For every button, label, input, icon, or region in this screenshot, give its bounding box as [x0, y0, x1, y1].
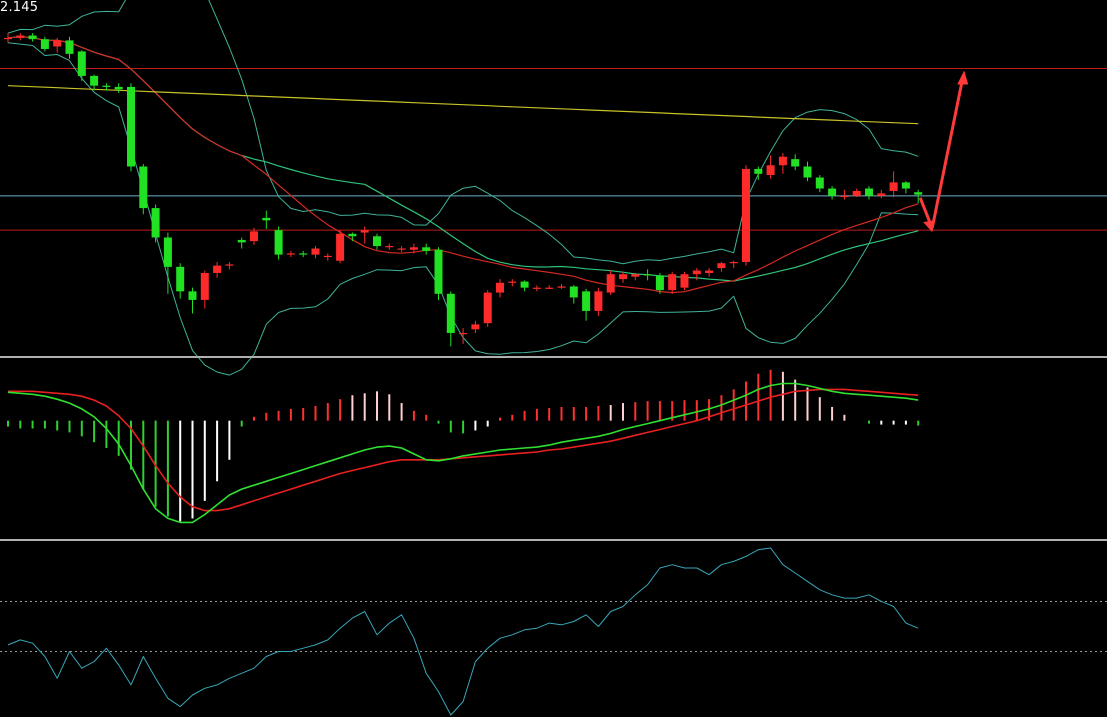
candle-body [545, 287, 554, 289]
candle-body [582, 291, 591, 311]
candle-body [594, 291, 603, 311]
candle-body [655, 275, 664, 291]
chart-background [0, 0, 1107, 717]
candle-body [914, 192, 923, 195]
candle-body [705, 270, 714, 273]
candle-body [815, 177, 824, 189]
candle-body [803, 166, 812, 178]
candle-body [778, 156, 787, 166]
candle-body [840, 195, 849, 198]
candle-body [828, 188, 837, 196]
candle-body [213, 265, 222, 273]
candle-body [139, 166, 148, 209]
candle-body [250, 231, 258, 242]
candle-body [299, 253, 308, 255]
candle-body [151, 208, 160, 238]
candle-body [717, 263, 726, 269]
candle-body [4, 37, 12, 40]
candle-body [200, 272, 209, 300]
candle-body [65, 40, 74, 54]
candle-body [176, 266, 185, 292]
candle-body [508, 281, 517, 283]
candle-body [459, 332, 468, 335]
candle-body [262, 217, 271, 221]
candle-body [865, 188, 873, 196]
candle-body [434, 249, 443, 294]
candle-body [532, 287, 541, 289]
candle-body [360, 230, 369, 233]
candle-body [336, 233, 345, 261]
candle-body [852, 190, 861, 196]
candle-body [520, 281, 529, 288]
candle-body [643, 274, 652, 276]
candle-body [28, 35, 37, 40]
candle-body [557, 286, 566, 288]
candle-body [373, 236, 381, 247]
candle-body [385, 246, 394, 248]
candle-body [889, 182, 898, 191]
candle-body [348, 233, 357, 237]
candle-body [606, 274, 615, 293]
candle-body [237, 239, 246, 243]
candle-body [274, 230, 283, 255]
stock-chart [0, 0, 1107, 717]
candle-body [90, 75, 99, 86]
candle-body [323, 255, 332, 258]
candle-body [188, 291, 197, 300]
candle-body [16, 35, 25, 38]
candle-body [163, 237, 172, 267]
candle-body [102, 85, 111, 87]
candle-body [631, 274, 640, 277]
candle-body [729, 261, 738, 264]
candle-body [496, 282, 504, 293]
candle-body [53, 40, 62, 47]
candle-body [40, 39, 49, 49]
candle-body [680, 274, 689, 288]
candle-body [311, 248, 320, 255]
candle-body [569, 286, 578, 298]
candle-body [127, 86, 135, 167]
candle-body [409, 247, 418, 250]
candle-body [225, 264, 234, 266]
price-readout: 2.145 [0, 0, 39, 15]
candle-body [422, 247, 431, 251]
candle-body [114, 86, 123, 90]
candle-body [668, 274, 677, 291]
candle-body [483, 292, 492, 324]
candle-body [397, 248, 406, 250]
candle-body [766, 165, 775, 176]
candle-body [742, 168, 750, 262]
candle-body [619, 274, 627, 280]
candle-body [901, 182, 910, 189]
candle-body [77, 51, 86, 76]
candle-body [877, 193, 886, 196]
candle-body [754, 168, 763, 174]
candle-body [446, 293, 455, 333]
candle-body [791, 159, 800, 167]
candle-body [692, 270, 701, 275]
candle-body [471, 324, 480, 330]
candle-body [286, 253, 295, 255]
